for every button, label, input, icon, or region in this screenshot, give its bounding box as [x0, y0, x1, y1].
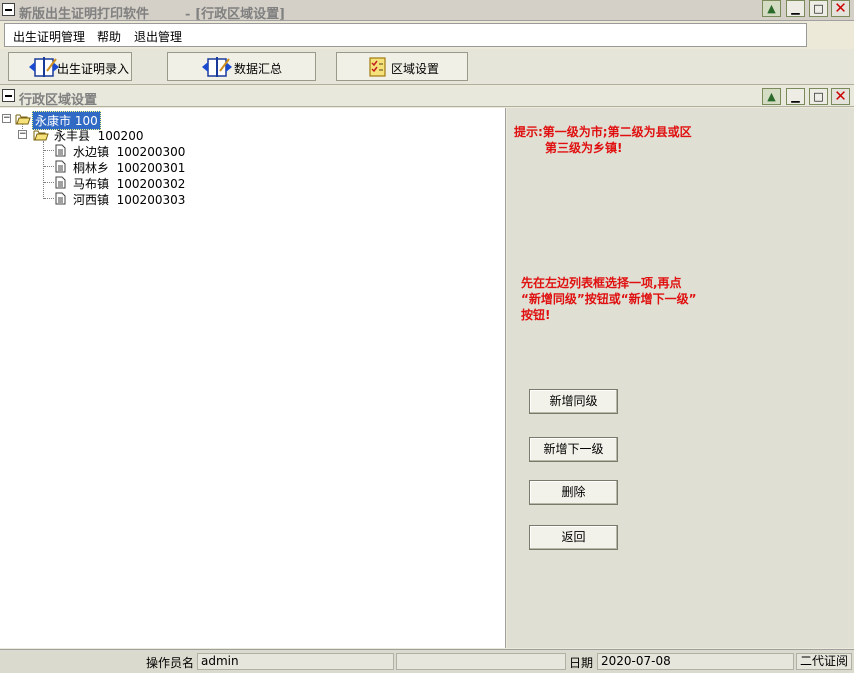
toolbar-entry-label: 出生证明录入 [57, 62, 130, 76]
document-icon [55, 160, 66, 173]
tree-town-name: 河西镇 [73, 193, 110, 207]
tree-town-code: 100200301 [116, 161, 186, 175]
tree-town-label[interactable]: 马布镇 100200302 [73, 175, 185, 192]
child-window-title-bar: 行政区域设置 ▲ ▁ □ ✕ [0, 86, 854, 108]
tree-town-label[interactable]: 河西镇 100200303 [73, 191, 185, 208]
tree-town-name: 桐林乡 [73, 161, 110, 175]
date-label: 日期 [569, 656, 594, 670]
tree-town-name: 水边镇 [73, 145, 110, 159]
close-button[interactable]: ✕ [831, 0, 850, 17]
hint-usage-line2: “新增同级”按钮或“新增下一级” [521, 292, 697, 306]
notebook-icon [29, 57, 59, 77]
toolbar-summary-label: 数据汇总 [234, 62, 283, 76]
notebook-icon [202, 57, 232, 77]
operator-value: admin [197, 653, 394, 670]
toolbar-entry-button[interactable]: 出生证明录入 [8, 52, 132, 81]
menu-bar: 出生证明管理 帮助 退出管理 [4, 23, 807, 47]
tree-county-name: 永丰县 [54, 129, 91, 143]
child-system-menu-icon[interactable] [2, 89, 15, 102]
child-window-title: 行政区域设置 [19, 93, 98, 108]
back-button[interactable]: 返回 [529, 525, 618, 550]
toolbar-summary-button[interactable]: 数据汇总 [167, 52, 316, 81]
tree-town-name: 马布镇 [73, 177, 110, 191]
tree-node-root[interactable]: − 永康市 100 [0, 111, 300, 130]
collapse-icon[interactable]: − [18, 130, 27, 139]
add-child-button[interactable]: 新增下一级 [529, 437, 618, 462]
action-panel: 提示:第一级为市;第二级为县或区 第三级为乡镇! 先在左边列表框选择一项,再点 … [507, 108, 854, 648]
system-menu-icon[interactable] [2, 3, 15, 16]
collapse-icon[interactable]: − [2, 114, 11, 123]
tree-line [44, 198, 54, 199]
region-tree[interactable]: − 永康市 100 − 永丰县 100200 水边镇 100200300 桐林乡… [0, 108, 506, 648]
child-restore-up-button[interactable]: ▲ [762, 88, 781, 105]
status-empty-field [396, 653, 566, 670]
tree-county-label[interactable]: 永丰县 100200 [54, 127, 143, 144]
open-folder-icon [33, 130, 49, 141]
tree-line [44, 182, 54, 183]
app-subtitle: - [行政区域设置] [185, 7, 286, 22]
hint-usage-line1: 先在左边列表框选择一项,再点 [521, 276, 682, 290]
checklist-icon [369, 57, 386, 77]
delete-button[interactable]: 删除 [529, 480, 618, 505]
tree-town-label[interactable]: 桐林乡 100200301 [73, 159, 185, 176]
tree-node-town[interactable]: 桐林乡 100200301 [0, 159, 300, 175]
tree-town-label[interactable]: 水边镇 100200300 [73, 143, 185, 160]
maximize-button[interactable]: □ [809, 0, 828, 17]
menu-logout[interactable]: 退出管理 [134, 28, 182, 45]
restore-up-button[interactable]: ▲ [762, 0, 781, 17]
status-bar: 操作员名 admin 日期 2020-07-08 二代证阅 [0, 649, 854, 673]
tree-node-town[interactable]: 河西镇 100200303 [0, 191, 300, 207]
app-title-bar: 新版出生证明打印软件 - [行政区域设置] ▲ ▁ □ ✕ [0, 0, 854, 22]
add-sibling-button[interactable]: 新增同级 [529, 389, 618, 414]
minimize-button[interactable]: ▁ [786, 0, 805, 17]
open-folder-icon [15, 114, 31, 125]
tree-county-code: 100200 [97, 129, 144, 143]
document-icon [55, 192, 66, 205]
tree-node-town[interactable]: 马布镇 100200302 [0, 175, 300, 191]
hint-level-line2: 第三级为乡镇! [545, 141, 623, 155]
mode-status: 二代证阅 [796, 653, 852, 670]
menu-birth-cert[interactable]: 出生证明管理 [13, 28, 85, 45]
toolbar-region-label: 区域设置 [391, 62, 440, 76]
tree-root-name: 永康市 [35, 114, 72, 128]
tree-root-code: 100 [74, 114, 98, 128]
tree-line [44, 150, 54, 151]
app-title: 新版出生证明打印软件 [19, 7, 150, 22]
child-minimize-button[interactable]: ▁ [786, 88, 805, 105]
tree-town-code: 100200302 [116, 177, 186, 191]
child-close-button[interactable]: ✕ [831, 88, 850, 105]
tree-town-code: 100200303 [116, 193, 186, 207]
date-value: 2020-07-08 [597, 653, 794, 670]
operator-label: 操作员名 [146, 656, 195, 670]
tree-town-code: 100200300 [116, 145, 186, 159]
hint-usage-line3: 按钮! [521, 308, 551, 322]
tree-node-town[interactable]: 水边镇 100200300 [0, 143, 300, 159]
hint-level-line1: 提示:第一级为市;第二级为县或区 [514, 125, 692, 139]
toolbar-region-button[interactable]: 区域设置 [336, 52, 468, 81]
document-icon [55, 144, 66, 157]
tree-node-county[interactable]: − 永丰县 100200 [0, 127, 300, 143]
menu-help[interactable]: 帮助 [97, 28, 121, 45]
toolbar: 出生证明录入 数据汇总 区域设置 [0, 49, 854, 85]
tree-line [44, 166, 54, 167]
child-maximize-button[interactable]: □ [809, 88, 828, 105]
document-icon [55, 176, 66, 189]
